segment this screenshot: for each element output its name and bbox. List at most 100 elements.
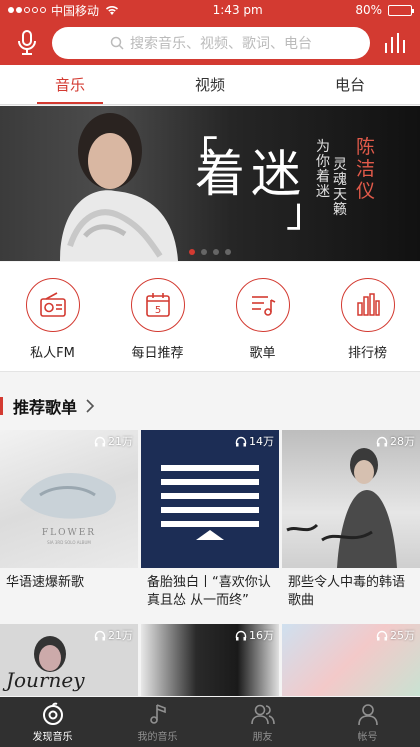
chart-button[interactable]: 排行榜 xyxy=(315,262,420,371)
play-count: 25万 xyxy=(376,627,415,643)
carrier-label: 中国移动 xyxy=(51,3,100,18)
nav-friends-label: 朋友 xyxy=(252,731,273,743)
play-count: 16万 xyxy=(235,627,274,643)
headphones-icon xyxy=(376,436,388,446)
headphones-icon xyxy=(94,630,106,640)
playlist-cover: FLOWER SIA 3RD SOLO ALBUM 21万 xyxy=(0,430,138,568)
quick-actions: 私人FM 5 每日推荐 歌单 排行榜 xyxy=(0,262,420,372)
play-count: 28万 xyxy=(376,433,415,449)
status-time: 1:43 pm xyxy=(212,3,263,17)
cover-title: Journey xyxy=(6,668,85,692)
status-bar: 中国移动 1:43 pm 80% xyxy=(0,0,420,20)
recommended-playlists-header[interactable]: 推荐歌单 xyxy=(0,390,420,422)
discover-icon xyxy=(42,702,63,725)
tab-video-label: 视频 xyxy=(194,76,225,94)
nav-account-label: 帐号 xyxy=(357,731,378,743)
play-count-value: 16万 xyxy=(249,629,274,642)
banner-subtitle-1: 为你着迷 xyxy=(316,139,330,200)
tab-radio-label: 电台 xyxy=(334,76,365,94)
play-count-value: 14万 xyxy=(249,435,274,448)
tab-music[interactable]: 音乐 xyxy=(0,65,140,104)
equalizer-icon xyxy=(385,32,405,53)
search-input[interactable]: 搜索音乐、视频、歌词、电台 xyxy=(52,26,370,59)
playlist-title: 华语速爆新歌 xyxy=(6,575,85,590)
playlist-card[interactable]: FLOWER SIA 3RD SOLO ALBUM 21万 华语速爆新歌 xyxy=(0,430,138,624)
nav-account[interactable]: 帐号 xyxy=(315,697,420,747)
calendar-icon: 5 xyxy=(145,293,170,317)
nav-friends[interactable]: 朋友 xyxy=(210,697,315,747)
chart-label: 排行榜 xyxy=(347,346,387,361)
promo-banner[interactable]: 「 着迷 」 为你着迷 灵魂天籁 陈洁仪 xyxy=(0,106,420,261)
play-count: 21万 xyxy=(94,433,133,449)
play-count: 21万 xyxy=(94,627,133,643)
playlist-button[interactable]: 歌单 xyxy=(210,262,315,371)
battery-percent: 80% xyxy=(355,3,382,17)
playlist-card[interactable]: 25万 xyxy=(282,624,420,704)
radio-icon xyxy=(39,292,66,317)
wifi-icon xyxy=(105,6,119,15)
tab-radio[interactable]: 电台 xyxy=(280,65,420,104)
nav-my-music-label: 我的音乐 xyxy=(137,731,178,743)
section-title: 推荐歌单 xyxy=(13,398,78,417)
nav-discover-label: 发现音乐 xyxy=(32,731,73,743)
playlist-card[interactable]: 14万 备胎独白丨“喜欢你认真且怂 从一而终” xyxy=(141,430,279,624)
daily-recommend-label: 每日推荐 xyxy=(131,346,184,361)
cover-subtitle: SIA 3RD SOLO ALBUM xyxy=(47,540,91,545)
search-placeholder: 搜索音乐、视频、歌词、电台 xyxy=(130,35,312,52)
mic-icon xyxy=(18,29,36,55)
private-fm-button[interactable]: 私人FM xyxy=(0,262,105,371)
top-tabs: 音乐 视频 电台 xyxy=(0,65,420,105)
playlist-cover: 28万 xyxy=(282,430,420,568)
banner-pager[interactable] xyxy=(0,249,420,255)
playlist-grid: FLOWER SIA 3RD SOLO ALBUM 21万 华语速爆新歌 14万… xyxy=(0,430,420,704)
playlist-title: 备胎独白丨“喜欢你认真且怂 从一而终” xyxy=(147,575,271,608)
music-note-icon xyxy=(149,703,166,724)
signal-icon xyxy=(8,7,46,13)
playlist-cover: 25万 xyxy=(282,624,420,696)
friends-icon xyxy=(250,704,275,724)
play-count-value: 28万 xyxy=(390,435,415,448)
section-accent-bar xyxy=(0,397,3,415)
playlist-cover: 16万 xyxy=(141,624,279,696)
playlist-card[interactable]: 28万 那些令人中毒的韩语歌曲 xyxy=(282,430,420,624)
cover-art xyxy=(286,448,397,568)
banner-subtitle-2: 灵魂天籁 xyxy=(333,157,347,218)
pager-dot[interactable] xyxy=(189,249,195,255)
cover-art xyxy=(20,473,116,519)
private-fm-label: 私人FM xyxy=(30,346,75,361)
daily-recommend-button[interactable]: 5 每日推荐 xyxy=(105,262,210,371)
nav-my-music[interactable]: 我的音乐 xyxy=(105,697,210,747)
tab-music-label: 音乐 xyxy=(54,76,85,94)
play-count: 14万 xyxy=(235,433,274,449)
playlist-cover: 14万 xyxy=(141,430,279,568)
pager-dot[interactable] xyxy=(201,249,207,255)
playlist-card[interactable]: 16万 xyxy=(141,624,279,704)
play-count-value: 25万 xyxy=(390,629,415,642)
nav-discover[interactable]: 发现音乐 xyxy=(0,697,105,747)
battery-icon xyxy=(387,4,414,16)
calendar-day: 5 xyxy=(154,305,160,316)
app-header: 中国移动 1:43 pm 80% 搜索音乐、视频、歌词、电台 xyxy=(0,0,420,65)
headphones-icon xyxy=(94,436,106,446)
chevron-right-icon xyxy=(86,399,95,413)
cover-title: FLOWER xyxy=(41,528,97,538)
headphones-icon xyxy=(376,630,388,640)
play-count-value: 21万 xyxy=(108,435,133,448)
pager-dot[interactable] xyxy=(213,249,219,255)
now-playing-button[interactable] xyxy=(382,28,410,58)
pager-dot[interactable] xyxy=(225,249,231,255)
playlist-card[interactable]: Journey 21万 xyxy=(0,624,138,704)
playlist-title: 那些令人中毒的韩语歌曲 xyxy=(288,575,406,608)
tab-video[interactable]: 视频 xyxy=(140,65,280,104)
account-icon xyxy=(357,703,378,725)
banner-artist: 陈洁仪 xyxy=(356,136,376,202)
playlist-label: 歌单 xyxy=(249,346,276,361)
mic-button[interactable] xyxy=(14,28,40,58)
play-count-value: 21万 xyxy=(108,629,133,642)
bottom-nav: 发现音乐 我的音乐 朋友 帐号 xyxy=(0,697,420,747)
headphones-icon xyxy=(235,630,247,640)
playlist-cover: Journey 21万 xyxy=(0,624,138,696)
search-icon xyxy=(110,36,124,50)
cover-art xyxy=(161,465,259,540)
chart-icon xyxy=(356,293,380,316)
